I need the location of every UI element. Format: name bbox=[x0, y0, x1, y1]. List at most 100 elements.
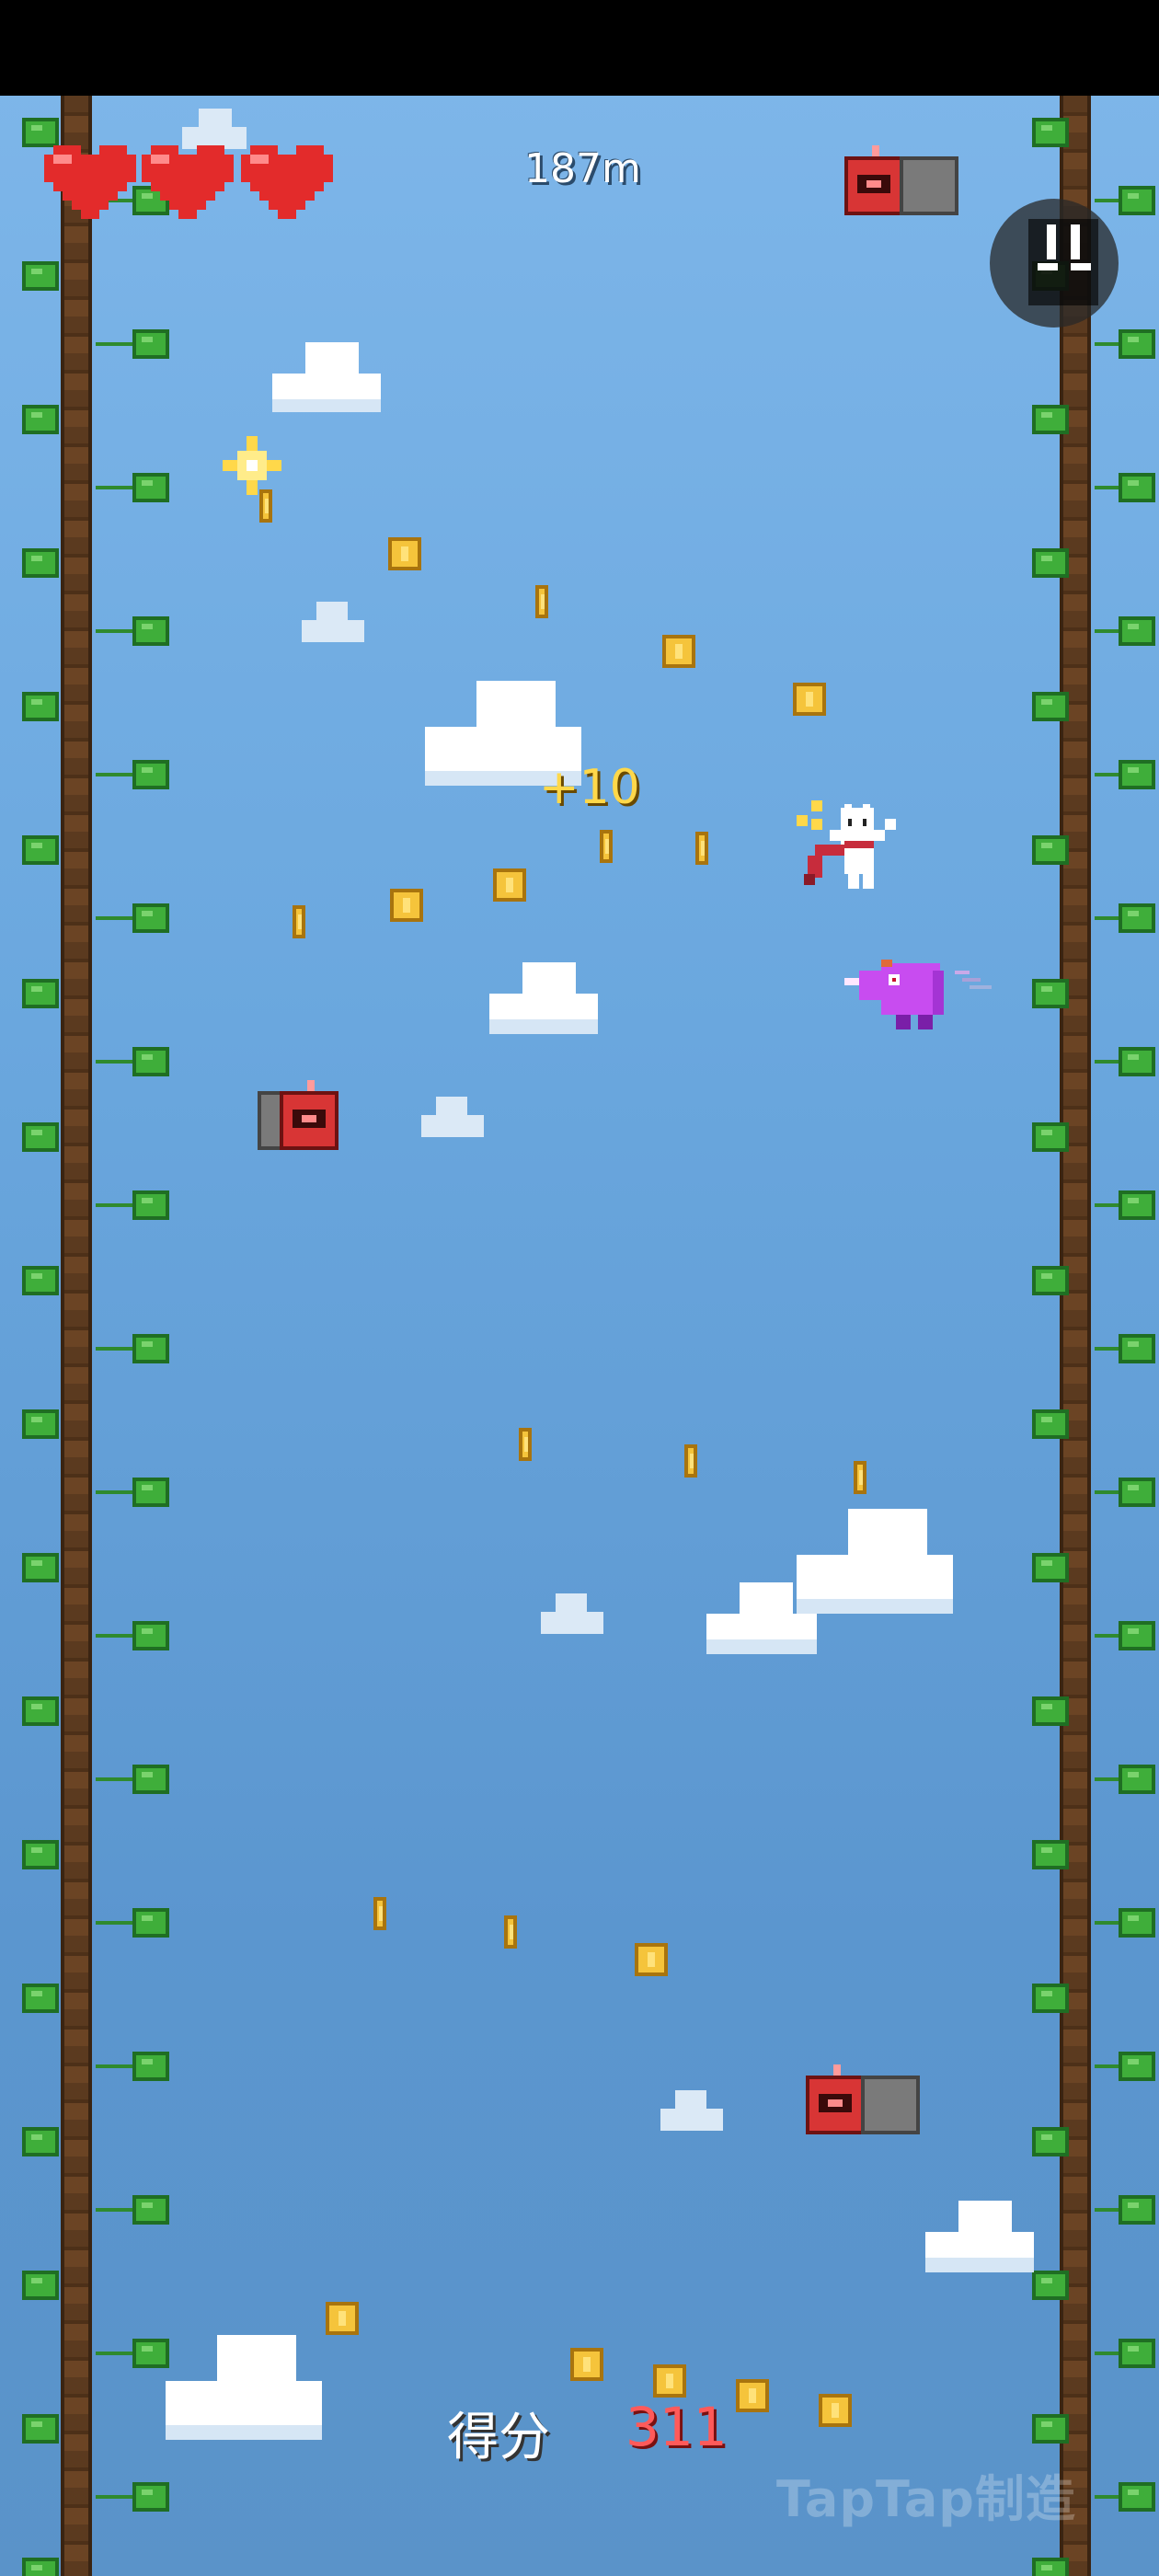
vine-stem bbox=[96, 916, 132, 920]
leaf-icon bbox=[1119, 186, 1155, 215]
leaf-icon bbox=[22, 1122, 59, 1152]
leaf-icon bbox=[22, 2127, 59, 2156]
vine-stem bbox=[96, 1777, 132, 1781]
leaf-icon bbox=[1032, 2127, 1069, 2156]
dragon-enemy-icon bbox=[844, 960, 992, 1029]
coin-icon bbox=[662, 635, 695, 668]
cloud-icon bbox=[272, 342, 381, 412]
coin-icon bbox=[684, 1444, 697, 1478]
leaf-icon bbox=[1032, 979, 1069, 1008]
leaf-icon bbox=[132, 1908, 169, 1938]
leaf-icon bbox=[132, 2482, 169, 2512]
vine-stem bbox=[96, 1347, 132, 1351]
leaf-icon bbox=[132, 616, 169, 646]
leaf-icon bbox=[132, 1047, 169, 1076]
game-stage[interactable]: 187m +10 得分 311 TapTap制造 bbox=[0, 0, 1159, 2576]
vine-stem bbox=[96, 629, 132, 633]
right-vine bbox=[1060, 96, 1091, 2576]
score-value: 311 bbox=[625, 2396, 728, 2458]
leaf-icon bbox=[1032, 692, 1069, 721]
heart-icon bbox=[142, 145, 234, 228]
leaf-icon bbox=[132, 2052, 169, 2081]
cloud-icon bbox=[797, 1509, 953, 1614]
leaf-icon bbox=[22, 118, 59, 147]
leaf-icon bbox=[1119, 473, 1155, 502]
vine-stem bbox=[96, 342, 132, 346]
coin-icon bbox=[535, 585, 548, 618]
coin-icon bbox=[390, 889, 423, 922]
coin-icon bbox=[695, 832, 708, 865]
coin-icon bbox=[635, 1943, 668, 1976]
leaf-icon bbox=[22, 2558, 59, 2576]
leaf-icon bbox=[22, 2414, 59, 2444]
leaf-icon bbox=[1032, 2558, 1069, 2576]
coin-icon bbox=[819, 2394, 852, 2427]
score-label: 得分 bbox=[447, 2408, 550, 2467]
leaf-icon bbox=[1119, 903, 1155, 933]
leaf-icon bbox=[132, 329, 169, 359]
leaf-icon bbox=[22, 405, 59, 434]
leaf-icon bbox=[1119, 1334, 1155, 1363]
leaf-icon bbox=[22, 548, 59, 578]
vine-stem bbox=[96, 773, 132, 776]
pause-button[interactable] bbox=[990, 199, 1119, 328]
vine-stem bbox=[96, 2208, 132, 2212]
leaf-icon bbox=[132, 1765, 169, 1794]
bonus-popup: +10 bbox=[539, 760, 640, 815]
leaf-icon bbox=[22, 1840, 59, 1869]
robot-enemy-icon bbox=[258, 1080, 340, 1156]
coin-icon bbox=[293, 905, 305, 938]
leaf-icon bbox=[22, 979, 59, 1008]
coin-icon bbox=[326, 2302, 359, 2335]
coin-icon bbox=[600, 830, 613, 863]
vine-stem bbox=[96, 486, 132, 489]
leaf-icon bbox=[1032, 1409, 1069, 1439]
leaf-icon bbox=[1032, 2414, 1069, 2444]
coin-icon bbox=[373, 1897, 386, 1930]
robot-enemy-icon bbox=[806, 2064, 920, 2140]
cloud-icon bbox=[421, 1097, 484, 1137]
leaf-icon bbox=[22, 1266, 59, 1295]
leaf-icon bbox=[1032, 835, 1069, 865]
vine-stem bbox=[96, 1634, 132, 1638]
pause-icon bbox=[1047, 224, 1056, 259]
leaf-icon bbox=[1119, 1765, 1155, 1794]
leaf-icon bbox=[1119, 1621, 1155, 1650]
cloud-icon bbox=[706, 1582, 817, 1654]
leaf-icon bbox=[1119, 2482, 1155, 2512]
leaf-icon bbox=[132, 2195, 169, 2225]
leaf-icon bbox=[132, 2339, 169, 2368]
leaf-icon bbox=[1119, 2195, 1155, 2225]
player-cat-icon bbox=[797, 800, 896, 889]
left-vine bbox=[61, 96, 92, 2576]
cloud-icon bbox=[166, 2335, 322, 2440]
leaf-icon bbox=[1032, 1266, 1069, 1295]
leaf-icon bbox=[132, 473, 169, 502]
sparkle-icon bbox=[223, 436, 281, 495]
leaf-icon bbox=[132, 1621, 169, 1650]
taptap-watermark: TapTap制造 bbox=[776, 2470, 1076, 2528]
coin-icon bbox=[570, 2348, 603, 2381]
leaf-icon bbox=[1119, 1047, 1155, 1076]
leaf-icon bbox=[1032, 118, 1069, 147]
leaf-icon bbox=[1119, 760, 1155, 789]
heart-icon bbox=[44, 145, 136, 228]
leaf-icon bbox=[1119, 1190, 1155, 1220]
leaf-icon bbox=[1032, 1553, 1069, 1582]
leaf-icon bbox=[1032, 1840, 1069, 1869]
cloud-icon bbox=[489, 962, 598, 1034]
cloud-icon bbox=[302, 602, 364, 642]
leaf-icon bbox=[1032, 2271, 1069, 2300]
leaf-icon bbox=[1119, 616, 1155, 646]
vine-stem bbox=[96, 1060, 132, 1064]
leaf-icon bbox=[22, 1409, 59, 1439]
leaf-icon bbox=[22, 2271, 59, 2300]
cloud-icon bbox=[660, 2090, 723, 2131]
cloud-icon bbox=[182, 109, 247, 149]
coin-icon bbox=[504, 1915, 517, 1949]
leaf-icon bbox=[22, 1984, 59, 2013]
cloud-icon bbox=[925, 2201, 1034, 2272]
leaf-icon bbox=[132, 760, 169, 789]
vine-stem bbox=[96, 2352, 132, 2355]
cloud-icon bbox=[541, 1593, 603, 1634]
